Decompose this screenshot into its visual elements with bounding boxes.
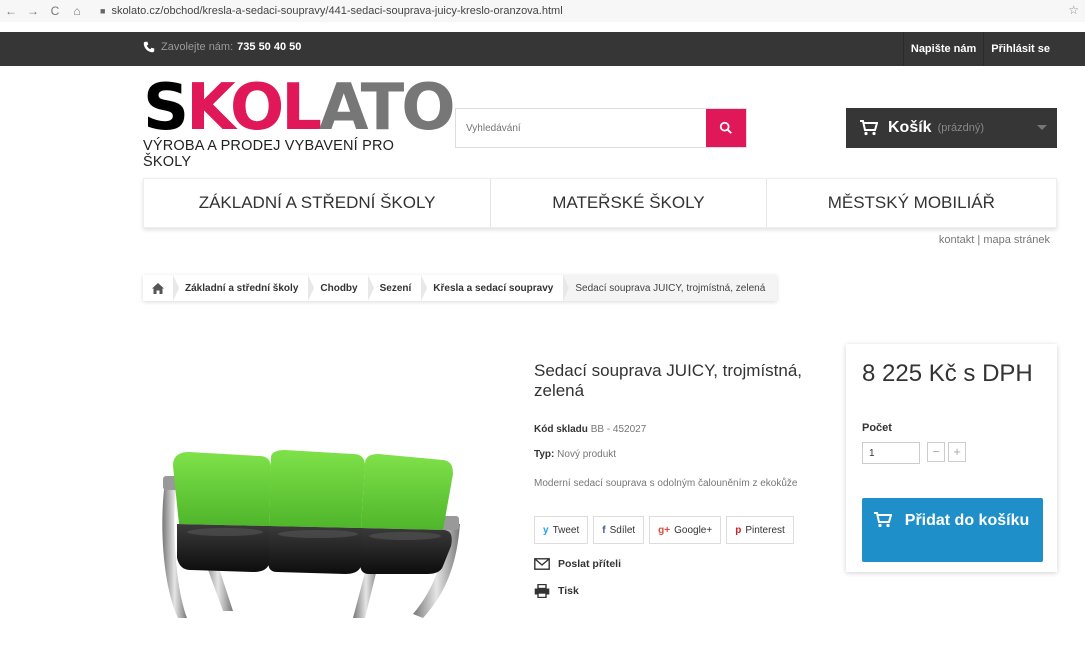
breadcrumb-item[interactable]: Chodby bbox=[308, 275, 374, 301]
menu-item-urban-furniture[interactable]: MĚSTSKÝ MOBILIÁŘ bbox=[767, 179, 1056, 227]
search-button[interactable] bbox=[706, 109, 746, 147]
chevron-down-icon bbox=[1037, 125, 1047, 130]
search-icon bbox=[719, 121, 732, 134]
secondary-links: kontakt | mapa stránek bbox=[939, 234, 1050, 246]
top-links: Napište nám Přihlásit se bbox=[902, 32, 1057, 66]
phone-label: Zavolejte nám: bbox=[161, 41, 234, 53]
phone-number[interactable]: 735 50 40 50 bbox=[237, 41, 301, 53]
reload-icon[interactable]: C bbox=[44, 4, 66, 18]
print-link[interactable]: Tisk bbox=[534, 584, 579, 598]
google-plus-button[interactable]: g+ Google+ bbox=[649, 516, 722, 544]
pinterest-button[interactable]: p Pinterest bbox=[726, 516, 794, 544]
send-to-friend-link[interactable]: Poslat příteli bbox=[534, 558, 621, 570]
add-to-cart-label: Přidat do košíku bbox=[904, 512, 1030, 529]
breadcrumb-home[interactable] bbox=[143, 275, 179, 301]
home-icon bbox=[152, 282, 164, 294]
print-icon bbox=[534, 584, 550, 598]
site-logo[interactable]: SKOLATO VÝROBA A PRODEJ VYBAVENÍ PRO ŠKO… bbox=[143, 71, 456, 170]
envelope-icon bbox=[534, 558, 550, 570]
top-bar: Zavolejte nám: 735 50 40 50 Napište nám … bbox=[0, 32, 1085, 66]
menu-item-kindergartens[interactable]: MATEŘSKÉ ŠKOLY bbox=[491, 179, 767, 227]
address-bar[interactable]: skolato.cz/obchod/kresla-a-sedaci-soupra… bbox=[111, 5, 562, 17]
cart-status: (prázdný) bbox=[937, 122, 985, 134]
quantity-input[interactable] bbox=[862, 442, 920, 464]
sku-field: Kód skladu BB - 452027 bbox=[534, 424, 646, 435]
breadcrumb-item[interactable]: Sezení bbox=[368, 275, 427, 301]
breadcrumb: Základní a střední školy Chodby Sezení K… bbox=[143, 275, 778, 301]
type-value: Nový produkt bbox=[557, 449, 617, 460]
main-menu: ZÁKLADNÍ A STŘEDNÍ ŠKOLY MATEŘSKÉ ŠKOLY … bbox=[143, 178, 1057, 228]
contact-us-link[interactable]: Napište nám bbox=[902, 32, 983, 66]
forward-icon[interactable]: → bbox=[22, 4, 44, 18]
facebook-icon: f bbox=[602, 524, 606, 536]
cart-button[interactable]: Košík (prázdný) bbox=[846, 108, 1057, 148]
menu-item-primary-schools[interactable]: ZÁKLADNÍ A STŘEDNÍ ŠKOLY bbox=[144, 179, 492, 227]
product-title: Sedací souprava JUICY, trojmístná, zelen… bbox=[534, 361, 803, 400]
phone-icon bbox=[143, 41, 155, 53]
buy-box: 8 225 Kč s DPH Počet − + Přidat do košík… bbox=[846, 344, 1057, 572]
search-box bbox=[455, 108, 747, 148]
product-description: Moderní sedací souprava s odolným čaloun… bbox=[534, 478, 798, 489]
sku-label: Kód skladu bbox=[534, 424, 588, 435]
type-label: Typ: bbox=[534, 449, 555, 460]
cart-icon bbox=[874, 512, 892, 528]
cart-title: Košík bbox=[888, 119, 932, 136]
social-share: y Tweet f Sdílet g+ Google+ p Pinterest bbox=[534, 516, 794, 544]
quantity-increase-button[interactable]: + bbox=[948, 442, 966, 462]
add-to-cart-button[interactable]: Přidat do košíku bbox=[862, 498, 1043, 562]
login-link[interactable]: Přihlásit se bbox=[983, 32, 1057, 66]
bookmark-star-icon[interactable]: ☆ bbox=[1068, 3, 1079, 17]
pinterest-icon: p bbox=[735, 524, 742, 536]
sitemap-link[interactable]: mapa stránek bbox=[983, 234, 1050, 246]
breadcrumb-item[interactable]: Základní a střední školy bbox=[173, 275, 315, 301]
tweet-button[interactable]: y Tweet bbox=[534, 516, 589, 544]
browser-toolbar: ← → C ⌂ ■ skolato.cz/obchod/kresla-a-sed… bbox=[0, 0, 1085, 22]
facebook-share-button[interactable]: f Sdílet bbox=[593, 516, 645, 544]
search-input[interactable] bbox=[456, 109, 706, 147]
home-icon[interactable]: ⌂ bbox=[66, 4, 88, 18]
google-plus-icon: g+ bbox=[658, 524, 671, 536]
contact-link[interactable]: kontakt bbox=[939, 234, 974, 246]
product-price: 8 225 Kč s DPH bbox=[862, 360, 1033, 387]
logo-wordmark: SKOLATO bbox=[143, 71, 456, 145]
back-icon[interactable]: ← bbox=[0, 4, 22, 18]
quantity-label: Počet bbox=[862, 422, 892, 434]
quantity-decrease-button[interactable]: − bbox=[927, 442, 945, 462]
breadcrumb-current: Sedací souprava JUICY, trojmístná, zelen… bbox=[563, 275, 778, 301]
cart-icon bbox=[860, 120, 878, 136]
twitter-icon: y bbox=[543, 524, 549, 536]
lock-icon: ■ bbox=[100, 6, 106, 16]
phone-info: Zavolejte nám: 735 50 40 50 bbox=[143, 41, 301, 53]
product-image[interactable] bbox=[143, 356, 513, 641]
type-field: Typ: Nový produkt bbox=[534, 449, 616, 460]
breadcrumb-item[interactable]: Křesla a sedací soupravy bbox=[421, 275, 570, 301]
separator: | bbox=[977, 234, 981, 246]
sku-value: BB - 452027 bbox=[590, 424, 647, 435]
